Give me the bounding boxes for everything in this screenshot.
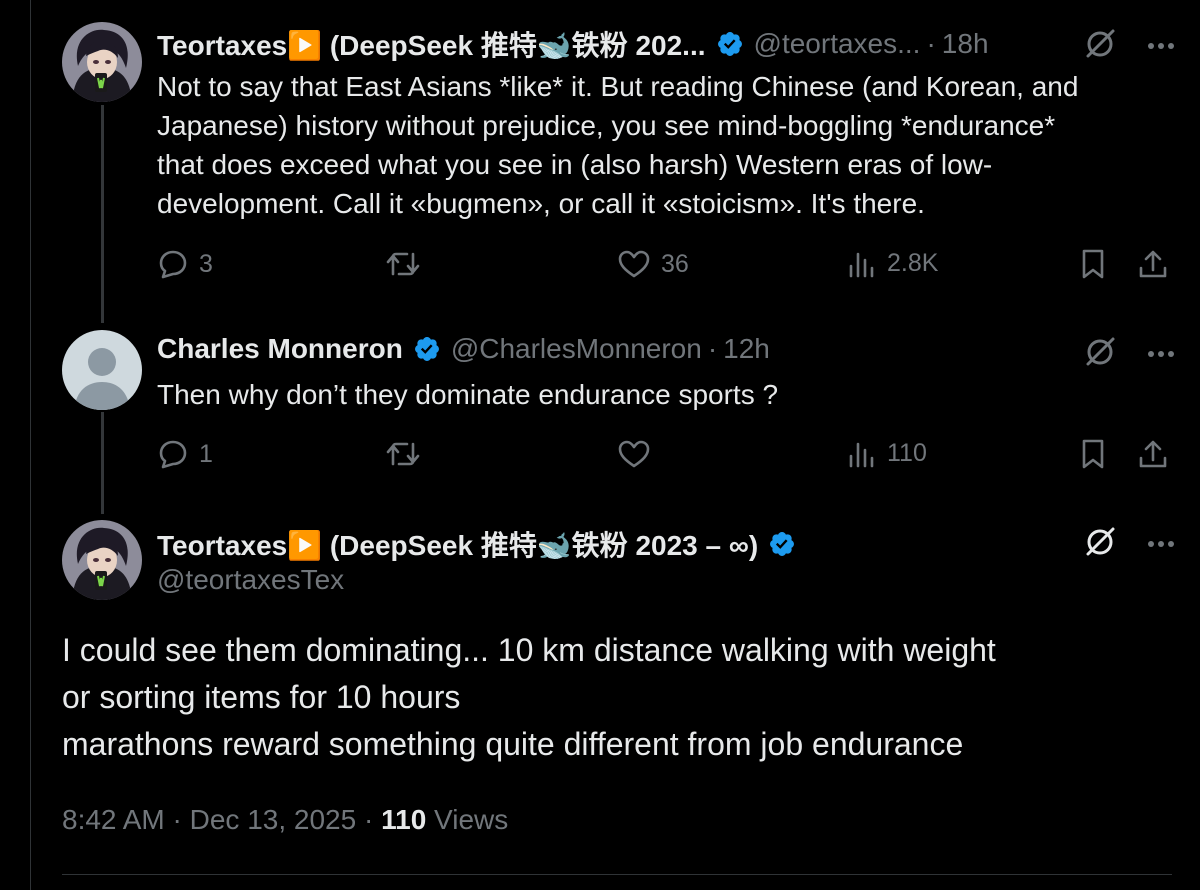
grok-icon[interactable] bbox=[1083, 524, 1117, 563]
separator-dot: · bbox=[926, 28, 936, 59]
tweet-text-line: Japanese) history without prejudice, you… bbox=[157, 110, 1056, 141]
tweet-text-line: I could see them dominating... 10 km dis… bbox=[62, 632, 996, 668]
divider bbox=[62, 874, 1172, 875]
display-name[interactable]: Teortaxes▶️ (DeepSeek 推特🐋铁粉 2023 – ∞) bbox=[157, 524, 758, 564]
bookmark-icon bbox=[1082, 439, 1104, 469]
heart-icon bbox=[618, 250, 650, 278]
grok-icon[interactable] bbox=[1083, 26, 1117, 65]
anime-avatar-icon bbox=[62, 520, 142, 600]
tweet-text-line: Not to say that East Asians *like* it. B… bbox=[157, 71, 1079, 102]
views-button[interactable]: 2.8K bbox=[847, 248, 938, 278]
views-count: 2.8K bbox=[887, 248, 939, 277]
tweet-text: Not to say that East Asians *like* it. B… bbox=[157, 67, 1078, 223]
tweet-text: I could see them dominating... 10 km dis… bbox=[62, 627, 996, 768]
views-count: 110 bbox=[887, 438, 927, 467]
tweet-top-actions bbox=[1083, 26, 1175, 65]
handle[interactable]: @CharlesMonneron bbox=[451, 333, 702, 365]
handle[interactable]: @teortaxes... bbox=[754, 28, 921, 60]
bookmark-button[interactable] bbox=[1079, 438, 1107, 470]
verified-badge-icon bbox=[413, 335, 441, 363]
anime-avatar-icon bbox=[62, 22, 142, 102]
separator-dot: · bbox=[363, 804, 382, 835]
tweet-header: Teortaxes▶️ (DeepSeek 推特🐋铁粉 202... @teor… bbox=[157, 24, 989, 64]
thread-line bbox=[101, 105, 104, 323]
separator-dot: · bbox=[707, 333, 718, 364]
tweet-top-actions bbox=[1083, 334, 1175, 373]
tweet-meta: 8:42 AM · Dec 13, 2025 · 110 Views bbox=[62, 804, 508, 836]
repost-button[interactable] bbox=[385, 248, 431, 280]
bookmark-icon bbox=[1082, 249, 1104, 279]
bookmark-button[interactable] bbox=[1079, 248, 1107, 280]
reply-count: 3 bbox=[199, 249, 213, 278]
tweet-actions: 3 36 2.8K bbox=[157, 248, 1172, 288]
like-button[interactable] bbox=[617, 438, 661, 470]
default-avatar-icon bbox=[62, 330, 142, 410]
avatar[interactable] bbox=[62, 330, 142, 410]
thread-line bbox=[101, 412, 104, 514]
handle[interactable]: @teortaxesTex bbox=[157, 564, 344, 596]
more-options-icon[interactable] bbox=[1147, 345, 1175, 363]
share-button[interactable] bbox=[1137, 248, 1169, 280]
separator-dot: · bbox=[172, 804, 190, 835]
analytics-icon bbox=[849, 442, 874, 468]
share-button[interactable] bbox=[1137, 438, 1169, 470]
repost-icon bbox=[386, 442, 420, 466]
tweet-header: Charles Monneron @CharlesMonneron · 12h bbox=[157, 333, 770, 365]
heart-icon bbox=[618, 440, 650, 468]
post-date[interactable]: Dec 13, 2025 bbox=[190, 804, 357, 835]
reply-button[interactable]: 3 bbox=[157, 248, 213, 280]
more-options-icon[interactable] bbox=[1147, 37, 1175, 55]
timestamp[interactable]: 12h bbox=[723, 333, 770, 365]
tweet-text-line: that does exceed what you see in (also h… bbox=[157, 149, 993, 180]
tweet-top-actions bbox=[1083, 524, 1175, 563]
tweet-subheader: @teortaxesTex bbox=[157, 564, 344, 596]
reply-icon bbox=[159, 440, 187, 469]
verified-badge-icon bbox=[768, 530, 796, 558]
share-icon bbox=[1139, 440, 1167, 468]
views-label: Views bbox=[434, 804, 509, 835]
timestamp[interactable]: 18h bbox=[942, 28, 989, 60]
tweet-text: Then why don’t they dominate endurance s… bbox=[157, 375, 778, 414]
views-count: 110 bbox=[381, 804, 427, 835]
repost-icon bbox=[386, 252, 420, 276]
grok-icon[interactable] bbox=[1083, 334, 1117, 373]
display-name[interactable]: Teortaxes▶️ (DeepSeek 推特🐋铁粉 202... bbox=[157, 24, 706, 64]
post-time[interactable]: 8:42 AM bbox=[62, 804, 165, 835]
avatar[interactable] bbox=[62, 22, 142, 102]
tweet-header: Teortaxes▶️ (DeepSeek 推特🐋铁粉 2023 – ∞) bbox=[157, 524, 796, 564]
like-button[interactable]: 36 bbox=[617, 248, 689, 280]
more-options-icon[interactable] bbox=[1147, 535, 1175, 553]
display-name[interactable]: Charles Monneron bbox=[157, 333, 403, 365]
views-button[interactable]: 110 bbox=[847, 438, 927, 468]
tweet-text-line: Then why don’t they dominate endurance s… bbox=[157, 379, 779, 410]
tweet-actions: 1 110 bbox=[157, 438, 1172, 478]
tweet-text-line: or sorting items for 10 hours bbox=[62, 679, 461, 715]
reply-button[interactable]: 1 bbox=[157, 438, 213, 470]
analytics-icon bbox=[849, 252, 874, 278]
verified-badge-icon bbox=[716, 30, 744, 58]
tweet-text-line: marathons reward something quite differe… bbox=[62, 726, 964, 762]
like-count: 36 bbox=[661, 249, 689, 278]
tweet-text-line: development. Call it «bugmen», or call i… bbox=[157, 188, 925, 219]
avatar[interactable] bbox=[62, 520, 142, 600]
reply-icon bbox=[159, 250, 187, 279]
repost-button[interactable] bbox=[385, 438, 431, 470]
column-border bbox=[30, 0, 31, 890]
reply-count: 1 bbox=[199, 439, 213, 468]
share-icon bbox=[1139, 250, 1167, 278]
